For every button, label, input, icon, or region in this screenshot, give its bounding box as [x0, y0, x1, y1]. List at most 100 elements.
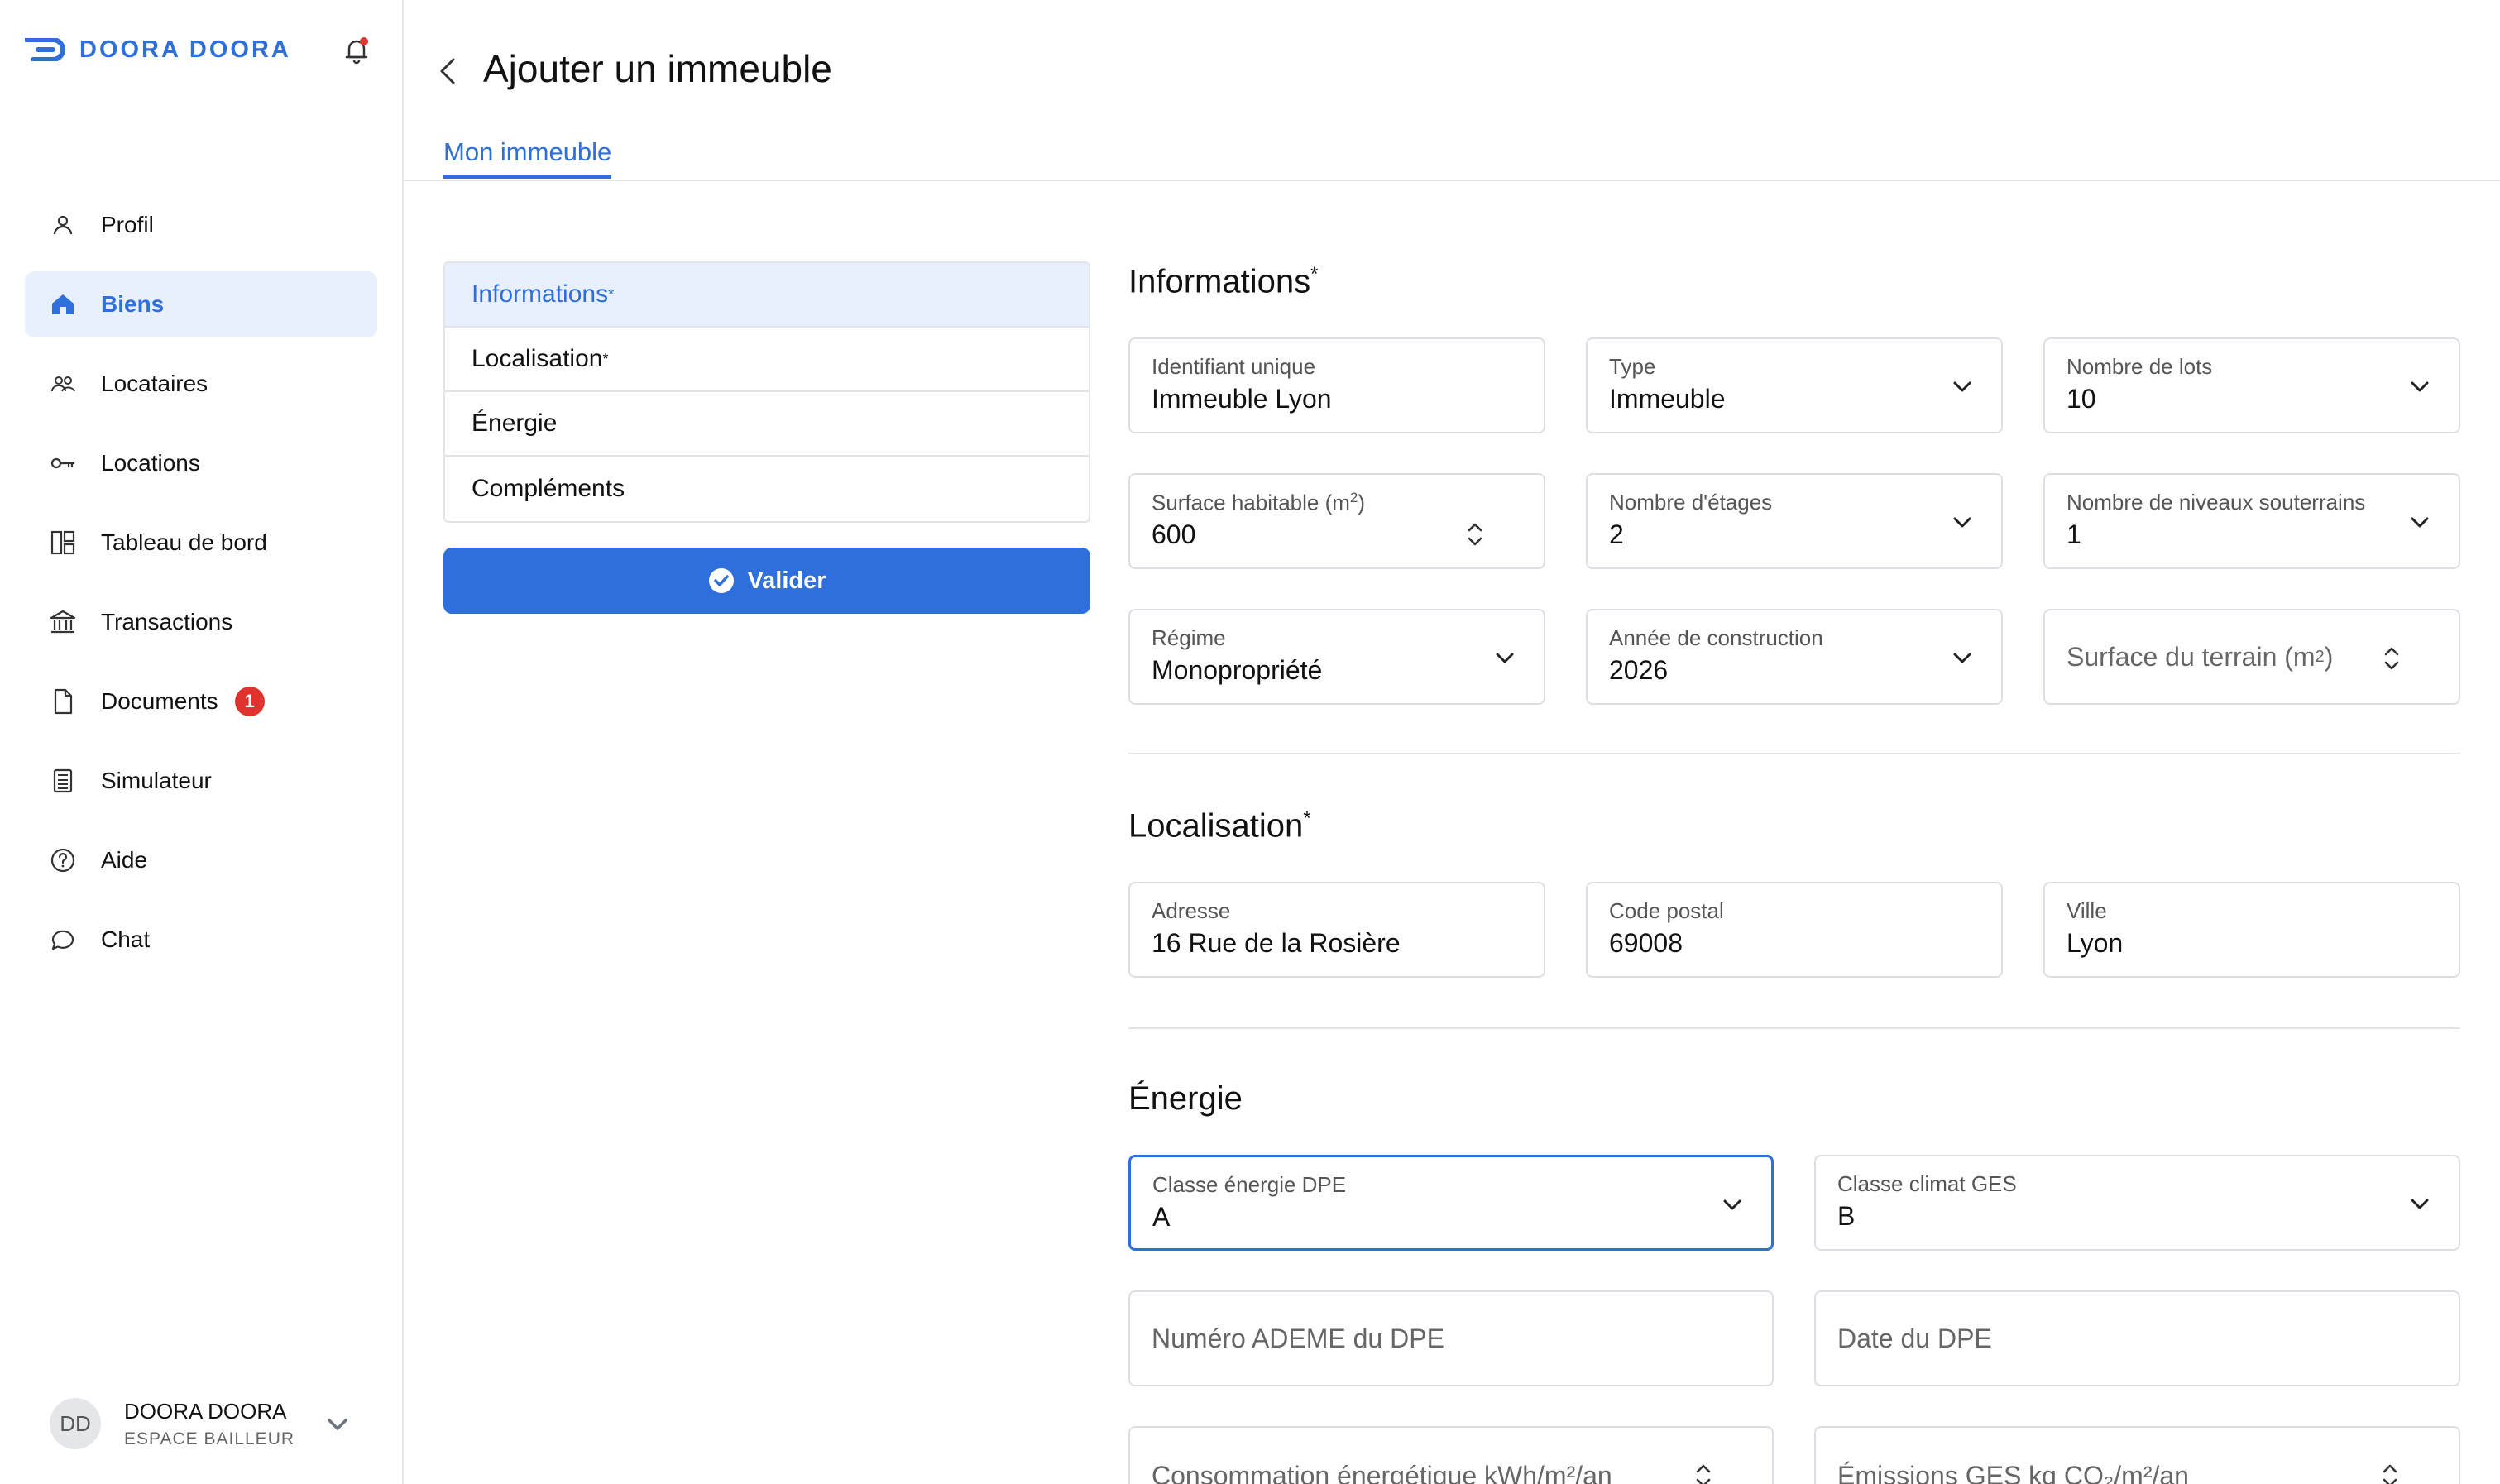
user-role: ESPACE BAILLEUR — [124, 1429, 295, 1448]
dashboard-icon — [50, 530, 75, 555]
sidebar-item-label: Aide — [101, 847, 148, 873]
surface-habitable-field[interactable]: Surface habitable (m2) 600 — [1128, 473, 1545, 569]
code-postal-field[interactable]: Code postal 69008 — [1586, 882, 2003, 978]
sidebar-item-documents[interactable]: Documents 1 — [25, 668, 377, 735]
surface-terrain-field[interactable]: Surface du terrain (m 2) — [2043, 609, 2460, 705]
field-label: Classe énergie DPE — [1152, 1172, 1347, 1197]
adresse-field[interactable]: Adresse 16 Rue de la Rosière — [1128, 882, 1545, 978]
field-value: 600 — [1152, 519, 1196, 549]
brand-logo[interactable]: DOORA DOORA — [25, 33, 291, 66]
niveaux-souterrains-select[interactable]: Nombre de niveaux souterrains 1 — [2043, 473, 2460, 569]
sidebar-item-label: Simulateur — [101, 768, 212, 793]
nombre-etages-select[interactable]: Nombre d'étages 2 — [1586, 473, 2003, 569]
sidebar-item-biens[interactable]: Biens — [25, 271, 377, 337]
field-value: Lyon — [2067, 928, 2124, 958]
page-title: Ajouter un immeuble — [483, 47, 832, 90]
type-select[interactable]: Type Immeuble — [1586, 337, 2003, 433]
section-title-informations: Informations* — [1128, 263, 1318, 300]
section-title-text: Localisation — [1128, 807, 1304, 845]
calculator-icon — [53, 768, 73, 793]
number-stepper-icon[interactable] — [1693, 1459, 1714, 1484]
sidebar-item-label: Transactions — [101, 609, 233, 634]
sidebar-item-locataires[interactable]: Locataires — [25, 351, 377, 417]
field-label: Surface habitable (m2) — [1152, 490, 1366, 515]
required-marker: * — [602, 350, 609, 367]
avatar: DD — [50, 1398, 101, 1449]
identifiant-unique-field[interactable]: Identifiant unique Immeuble Lyon — [1128, 337, 1545, 433]
back-arrow-icon[interactable] — [433, 53, 463, 89]
chevron-down-icon — [1953, 381, 1971, 392]
field-placeholder: Numéro ADEME du DPE — [1152, 1323, 1444, 1353]
sidebar-item-label: Biens — [101, 291, 165, 317]
number-stepper-icon[interactable] — [2381, 642, 2402, 675]
field-placeholder: Émissions GES kg CO₂/m²/an — [1837, 1461, 2189, 1484]
numero-ademe-field[interactable]: Numéro ADEME du DPE — [1128, 1290, 1774, 1386]
section-nav-energie[interactable]: Énergie — [445, 392, 1089, 457]
regime-select[interactable]: Régime Monopropriété — [1128, 609, 1545, 705]
validate-label: Valider — [747, 567, 826, 594]
chevron-down-icon — [1953, 517, 1971, 528]
chevron-down-icon — [1953, 653, 1971, 663]
section-divider — [1128, 1027, 2460, 1029]
field-label: Année de construction — [1609, 625, 1823, 650]
sidebar-item-transactions[interactable]: Transactions — [25, 589, 377, 655]
sidebar-item-label: Chat — [101, 926, 151, 952]
validate-button[interactable]: Valider — [443, 548, 1090, 614]
section-nav-complements[interactable]: Compléments — [445, 457, 1089, 521]
field-placeholder: Consommation énergétique kWh/m²/an — [1152, 1461, 1612, 1484]
date-dpe-field[interactable]: Date du DPE — [1814, 1290, 2460, 1386]
sidebar-item-label: Profil — [101, 212, 154, 237]
emissions-ges-field[interactable]: Émissions GES kg CO₂/m²/an — [1814, 1426, 2460, 1484]
field-label: Classe climat GES — [1837, 1171, 2017, 1196]
chevron-down-icon — [2411, 1199, 2429, 1209]
field-placeholder: Surface du terrain (m 2) — [2067, 641, 2334, 672]
sidebar-item-tableau-de-bord[interactable]: Tableau de bord — [25, 510, 377, 576]
user-menu[interactable]: DD DOORA DOORA ESPACE BAILLEUR — [50, 1398, 347, 1449]
field-label: Code postal — [1609, 898, 1724, 923]
field-label: Nombre d'étages — [1609, 490, 1773, 515]
section-divider — [1128, 753, 2460, 754]
sidebar-item-chat[interactable]: Chat — [25, 907, 377, 973]
section-nav-localisation[interactable]: Localisation * — [445, 328, 1089, 392]
required-marker: * — [1303, 807, 1311, 830]
section-nav-informations[interactable]: Informations * — [445, 263, 1089, 328]
field-value: Monopropriété — [1152, 655, 1323, 685]
annee-construction-select[interactable]: Année de construction 2026 — [1586, 609, 2003, 705]
field-label: Régime — [1152, 625, 1226, 650]
field-value: 2026 — [1609, 655, 1669, 685]
number-stepper-icon[interactable] — [2379, 1459, 2401, 1484]
help-icon — [50, 848, 75, 873]
notification-bell-icon[interactable] — [341, 35, 372, 66]
classe-energie-dpe-select[interactable]: Classe énergie DPE A — [1128, 1155, 1774, 1251]
number-stepper-icon[interactable] — [1464, 518, 1486, 551]
doora-logo-icon — [25, 38, 65, 61]
user-name: DOORA DOORA — [124, 1398, 287, 1424]
sidebar-item-label: Documents — [101, 688, 218, 714]
nombre-lots-select[interactable]: Nombre de lots 10 — [2043, 337, 2460, 433]
classe-climat-ges-select[interactable]: Classe climat GES B — [1814, 1155, 2460, 1251]
document-icon — [54, 688, 73, 715]
sidebar: DOORA DOORA Profil Biens Locataires Loca… — [0, 0, 404, 1484]
field-label: Ville — [2067, 898, 2107, 923]
field-label: Adresse — [1152, 898, 1231, 923]
chevron-down-icon — [2411, 517, 2429, 528]
ville-field[interactable]: Ville Lyon — [2043, 882, 2460, 978]
section-title-text: Informations — [1128, 263, 1311, 300]
section-nav-label: Localisation — [472, 345, 603, 372]
sidebar-item-profil[interactable]: Profil — [25, 192, 377, 258]
field-value: 10 — [2067, 384, 2096, 414]
field-value: B — [1837, 1201, 1856, 1231]
sidebar-item-locations[interactable]: Locations — [25, 430, 377, 496]
field-value: Immeuble — [1609, 384, 1726, 414]
consommation-energetique-field[interactable]: Consommation énergétique kWh/m²/an — [1128, 1426, 1774, 1484]
field-value: 69008 — [1609, 928, 1683, 958]
sidebar-item-aide[interactable]: Aide — [25, 827, 377, 893]
field-value: 1 — [2067, 519, 2081, 549]
section-nav-label: Informations — [472, 280, 609, 308]
tab-mon-immeuble[interactable]: Mon immeuble — [443, 137, 612, 179]
chevron-down-icon — [1496, 653, 1514, 663]
key-icon — [50, 457, 75, 469]
sidebar-item-simulateur[interactable]: Simulateur — [25, 748, 377, 814]
chevron-down-icon[interactable] — [323, 1410, 352, 1439]
section-nav-label: Compléments — [472, 475, 625, 502]
